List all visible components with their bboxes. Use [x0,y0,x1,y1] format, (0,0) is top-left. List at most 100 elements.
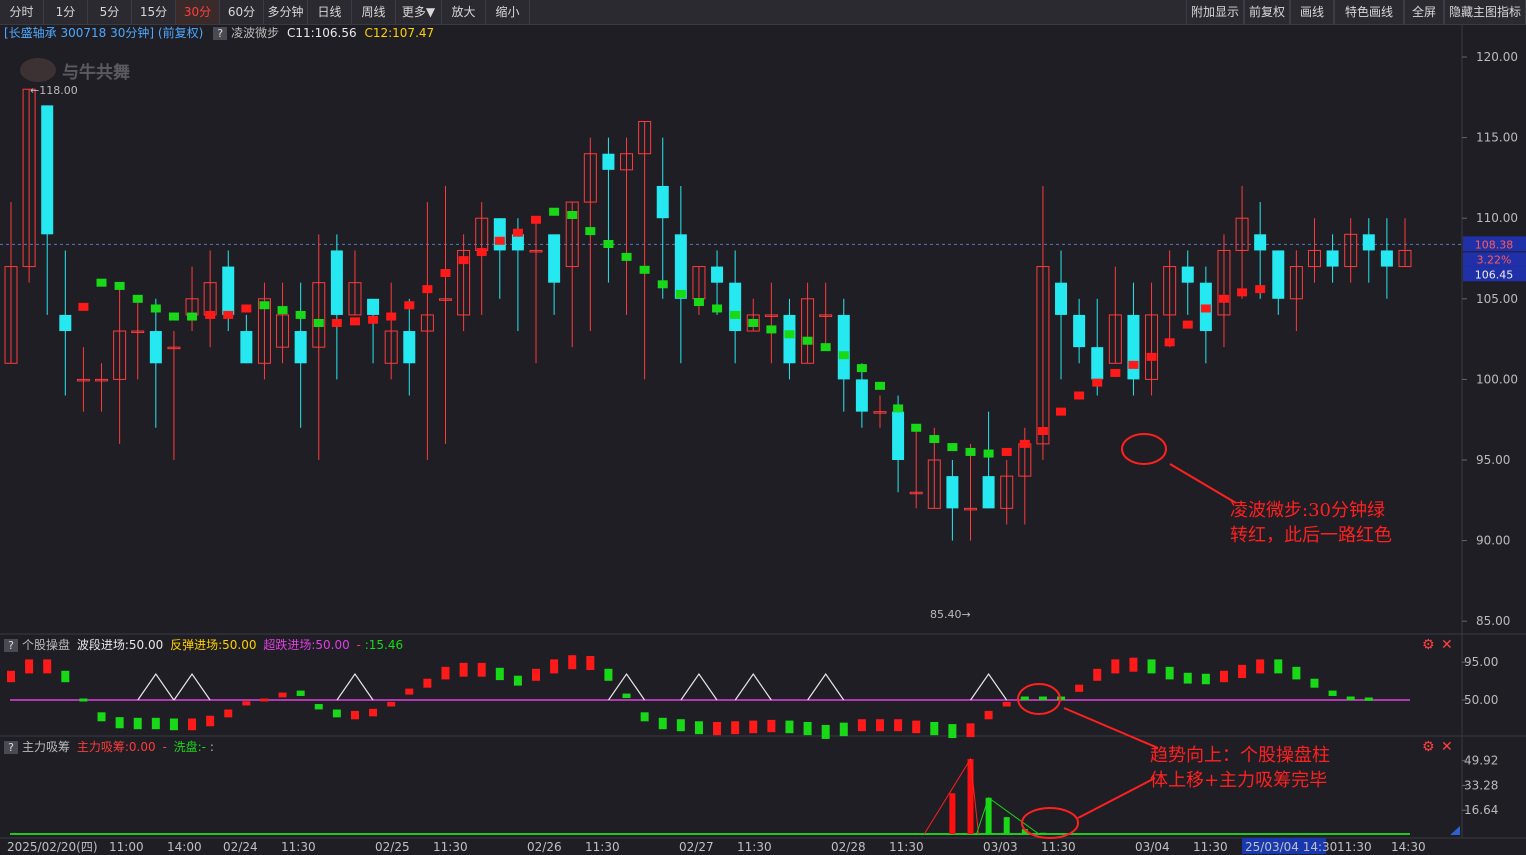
x-axis-label: 02/24 [223,840,258,854]
ind1-bar [1183,672,1192,684]
ind2-v1: 主力吸筹:0.00 [76,740,156,754]
ind1-bar [1038,696,1047,701]
candle-body-down [493,218,506,251]
trail-dot-red [368,315,379,324]
ind1-name[interactable]: 个股操盘 [22,638,70,652]
trail-dot-red [1182,320,1193,329]
ind1-v2: 反弹进场:50.00 [170,638,257,652]
ind1-bar [1346,696,1355,701]
ind1-triangle [336,672,374,701]
indicator-help-button[interactable]: ? [213,27,228,40]
ind2-help-button[interactable]: ? [4,741,18,754]
ind1-bar [296,690,305,696]
ind1-bar [948,724,957,739]
ind1-bar [1165,666,1174,680]
close-icon[interactable]: ✕ [1441,739,1453,755]
trail-dot-green [567,210,578,219]
ind1-bar [912,720,921,734]
trail-dot-green [187,312,198,321]
candle-body-down [511,234,524,251]
trail-dot-green [150,304,161,313]
trail-dot-green [802,336,813,345]
trail-dot-green [132,294,143,303]
candle-body-down [1272,250,1285,299]
candle-body-down [149,331,162,364]
candle-body-down [1362,234,1375,251]
candle-body-down [1254,234,1267,251]
c12-value: C12:107.47 [364,26,435,40]
trail-dot-red [1110,368,1121,377]
y-tick-label: 120.00 [1476,50,1518,64]
trail-dot-red [476,248,487,257]
x-axis-label: 11:30 [1337,840,1372,854]
ind2-v3: 洗盘:- [173,740,206,754]
trail-dot-red [1146,352,1157,361]
y-tick-label: 95.00 [1476,453,1510,467]
candle-body-down [1326,250,1339,267]
ind1-bar [658,717,667,730]
trail-dot-green [712,304,723,313]
candle-body-down [711,266,724,283]
ind1-controls: ⚙ ✕ [1422,637,1453,653]
trail-dot-red [512,228,523,237]
ind1-help-button[interactable]: ? [4,639,18,652]
candle-body-down [837,314,850,380]
x-axis-label: 11:30 [889,840,924,854]
trail-dot-red [1037,426,1048,435]
close-icon[interactable]: ✕ [1441,637,1453,653]
candle-body-down [1073,314,1086,348]
candle-body-down [729,282,742,332]
y-tick-label: 115.00 [1476,131,1518,145]
ind1-header: ? 个股操盘 波段进场:50.00 反弹进场:50.00 超跌进场:50.00 -… [4,637,403,653]
ind1-bar [43,659,52,674]
gear-icon[interactable]: ⚙ [1422,739,1435,755]
ind1-bar [314,704,323,710]
price-tag-top: 108.38 [1475,238,1514,251]
trail-dot-green [947,443,958,452]
annotation-1-line2: 转红，此后一路红色 [1230,525,1392,546]
ind1-bar [1201,673,1210,685]
ind1-bar [97,712,106,722]
trail-dot-green [965,447,976,456]
ind1-bar [713,721,722,736]
x-axis-label: 11:30 [585,840,620,854]
ind1-bar [260,698,269,702]
candle-body-down [1380,250,1393,267]
ind1-bar [767,719,776,733]
ind1-bar [1020,696,1029,701]
ind1-bar [1057,696,1066,701]
ind1-bar [151,717,160,730]
ind1-bar [586,656,595,671]
x-axis-label: 11:30 [281,840,316,854]
ind1-bar [821,724,830,739]
ind1-bar [894,719,903,732]
ind2-bar [949,793,956,834]
trail-dot-red [531,215,542,224]
ind1-bar [1111,659,1120,674]
ind1-bar [1292,666,1301,680]
stock-title[interactable]: [长盛轴承 300718 30分钟] [4,26,154,40]
ind1-bar [7,670,15,683]
ind1-bar [278,692,287,698]
ind1-tick-label: 95.00 [1464,655,1498,669]
ind1-bar [694,721,703,735]
x-axis-label: 14:00 [167,840,202,854]
trail-dot-green [549,207,560,216]
trail-dot-red [1255,285,1266,294]
trail-dot-red [1056,407,1067,416]
x-axis-label: 02/28 [831,840,866,854]
trail-dot-red [458,256,469,265]
c11-value: C11:106.56 [286,26,357,40]
gear-icon[interactable]: ⚙ [1422,637,1435,653]
ind2-bar [1003,817,1010,834]
ind1-bar [1075,684,1084,692]
trail-dot-green [838,351,849,360]
x-axis-label: 11:00 [109,840,144,854]
ind2-tick-label: 16.64 [1464,803,1498,817]
indicator-name[interactable]: 凌波微步 [231,26,279,40]
ind1-triangle [680,672,718,701]
ind1-bar [839,722,848,737]
ind2-name[interactable]: 主力吸筹 [22,740,70,754]
trail-dot-green [168,312,179,321]
x-axis-label: 11:30 [1041,840,1076,854]
